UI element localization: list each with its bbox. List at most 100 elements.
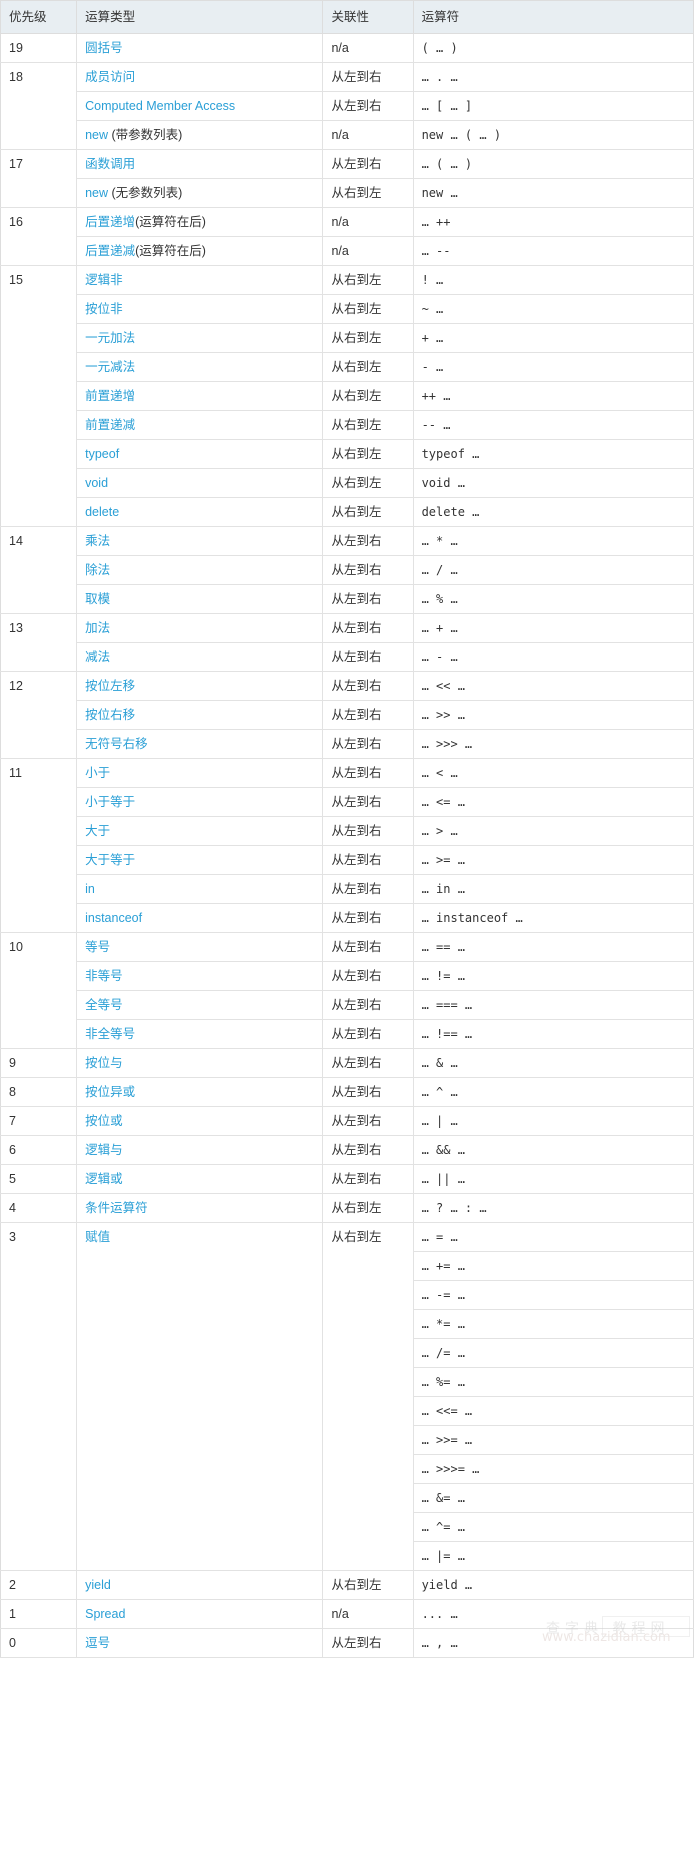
table-row: void 从右到左 void …: [1, 468, 694, 498]
cell-operator: ++ …: [412, 381, 694, 411]
operation-type-link[interactable]: 取模: [85, 592, 110, 606]
table-row: Computed Member Access 从左到右… [ … ]: [1, 91, 694, 121]
operation-type-link[interactable]: 赋值: [85, 1230, 110, 1244]
cell-precedence: 8: [0, 1077, 78, 1107]
operation-type-link[interactable]: 按位异或: [85, 1085, 135, 1099]
table-row: 前置递减 从右到左 -- …: [1, 410, 694, 440]
cell-operator: … *= …: [412, 1309, 694, 1339]
cell-associativity: 从左到右: [322, 671, 414, 701]
table-row: 前置递增 从右到左 ++ …: [1, 381, 694, 411]
operation-type-note: (运算符在后): [135, 215, 206, 229]
operation-type-link[interactable]: 一元减法: [85, 360, 135, 374]
cell-operation-type: typeof: [76, 439, 324, 469]
operation-type-link[interactable]: 除法: [85, 563, 110, 577]
cell-operation-type: 无符号右移: [76, 729, 324, 759]
operation-type-link[interactable]: 非全等号: [85, 1027, 135, 1041]
table-row: 除法 从左到右… / …: [1, 555, 694, 585]
cell-operation-type: 逻辑或: [76, 1164, 324, 1194]
cell-operation-type: new (带参数列表): [76, 120, 324, 150]
operation-type-link[interactable]: yield: [85, 1578, 111, 1592]
table-row: 9 按位与 从左到右… & …: [0, 1048, 694, 1078]
operation-type-link[interactable]: 按位非: [85, 302, 123, 316]
operation-type-link[interactable]: 减法: [85, 650, 110, 664]
operation-type-link[interactable]: 小于等于: [85, 795, 135, 809]
cell-associativity: 从右到左: [322, 1570, 414, 1600]
cell-operator: … + …: [412, 613, 694, 643]
operation-type-link[interactable]: 一元加法: [85, 331, 135, 345]
operation-type-link[interactable]: new: [85, 128, 108, 142]
operation-type-link[interactable]: 条件运算符: [85, 1201, 148, 1215]
cell-associativity: 从左到右: [322, 1628, 414, 1658]
table-row: 大于等于 从左到右… >= …: [1, 845, 694, 875]
operation-type-link[interactable]: 乘法: [85, 534, 110, 548]
operation-type-link[interactable]: delete: [85, 505, 119, 519]
operation-type-link[interactable]: new: [85, 186, 108, 200]
cell-associativity: 从右到左: [322, 1222, 414, 1571]
table-row: 15 逻辑非 从右到左! …: [0, 265, 694, 527]
table-row: 非全等号 从左到右… !== …: [1, 1019, 694, 1049]
operation-type-link[interactable]: 无符号右移: [85, 737, 148, 751]
operation-type-link[interactable]: void: [85, 476, 108, 490]
cell-precedence: 4: [0, 1193, 78, 1223]
operation-type-link[interactable]: typeof: [85, 447, 119, 461]
operation-type-link[interactable]: 逻辑与: [85, 1143, 123, 1157]
cell-operator: - …: [412, 352, 694, 382]
cell-operation-type: 按位与: [76, 1048, 324, 1078]
table-row: 10 等号 从左到右… == …: [0, 932, 694, 1049]
operation-type-link[interactable]: 前置递增: [85, 389, 135, 403]
cell-operator: … / …: [412, 555, 694, 585]
operation-type-link[interactable]: 后置递减: [85, 244, 135, 258]
cell-operator: … & …: [412, 1048, 694, 1078]
cell-operation-type: 乘法: [76, 526, 324, 556]
cell-operation-type: 一元减法: [76, 352, 324, 382]
operation-type-link[interactable]: 逗号: [85, 1636, 110, 1650]
operation-type-link[interactable]: 成员访问: [85, 70, 135, 84]
operation-type-link[interactable]: Computed Member Access: [85, 99, 235, 113]
table-row: 5 逻辑或 从左到右… || …: [0, 1164, 694, 1194]
cell-associativity: n/a: [322, 207, 414, 237]
column-header-operation-type: 运算类型: [76, 0, 324, 34]
operation-type-link[interactable]: 按位左移: [85, 679, 135, 693]
operation-type-link[interactable]: 前置递减: [85, 418, 135, 432]
cell-associativity: n/a: [322, 120, 414, 150]
table-body: 19 圆括号 n/a( … ) 18 成员访问 从左到右… . … Computed Mem…: [0, 33, 694, 1658]
operation-type-link[interactable]: 全等号: [85, 998, 123, 1012]
cell-associativity: 从左到右: [322, 149, 414, 179]
cell-operation-type: new (无参数列表): [76, 178, 324, 208]
operation-type-link[interactable]: in: [85, 882, 95, 896]
cell-operation-type: yield: [76, 1570, 324, 1600]
operation-type-link[interactable]: 非等号: [85, 969, 123, 983]
operation-type-link[interactable]: 圆括号: [85, 41, 123, 55]
table-row: 按位非 从右到左 ~ …: [1, 294, 694, 324]
cell-operation-type: 按位异或: [76, 1077, 324, 1107]
operation-type-link[interactable]: 逻辑非: [85, 273, 123, 287]
operation-type-link[interactable]: instanceof: [85, 911, 142, 925]
operation-type-link[interactable]: 逻辑或: [85, 1172, 123, 1186]
cell-associativity: 从右到左: [322, 410, 414, 440]
cell-operator: yield …: [412, 1570, 694, 1600]
operation-type-link[interactable]: 大于等于: [85, 853, 135, 867]
cell-operation-type: 逻辑非: [76, 265, 324, 295]
operation-type-link[interactable]: Spread: [85, 1607, 125, 1621]
operation-type-link[interactable]: 按位右移: [85, 708, 135, 722]
cell-precedence: 16: [0, 207, 78, 266]
operation-type-link[interactable]: 后置递增: [85, 215, 135, 229]
operation-type-link[interactable]: 等号: [85, 940, 110, 954]
cell-operation-type: 按位左移: [76, 671, 324, 701]
cell-associativity: 从左到右: [322, 642, 414, 672]
cell-operator: … ++: [412, 207, 694, 237]
cell-operator: … - …: [412, 642, 694, 672]
cell-operation-type: 小于: [76, 758, 324, 788]
cell-operation-type: 后置递增(运算符在后): [76, 207, 324, 237]
operation-type-link[interactable]: 小于: [85, 766, 110, 780]
operation-type-link[interactable]: 函数调用: [85, 157, 135, 171]
cell-associativity: 从左到右: [322, 903, 414, 933]
table-row: 非等号 从左到右… != …: [1, 961, 694, 991]
cell-precedence: 5: [0, 1164, 78, 1194]
operation-type-link[interactable]: 按位与: [85, 1056, 123, 1070]
cell-precedence: 14: [0, 526, 78, 614]
operation-type-link[interactable]: 加法: [85, 621, 110, 635]
cell-operator: -- …: [412, 410, 694, 440]
operation-type-link[interactable]: 大于: [85, 824, 110, 838]
operation-type-link[interactable]: 按位或: [85, 1114, 123, 1128]
